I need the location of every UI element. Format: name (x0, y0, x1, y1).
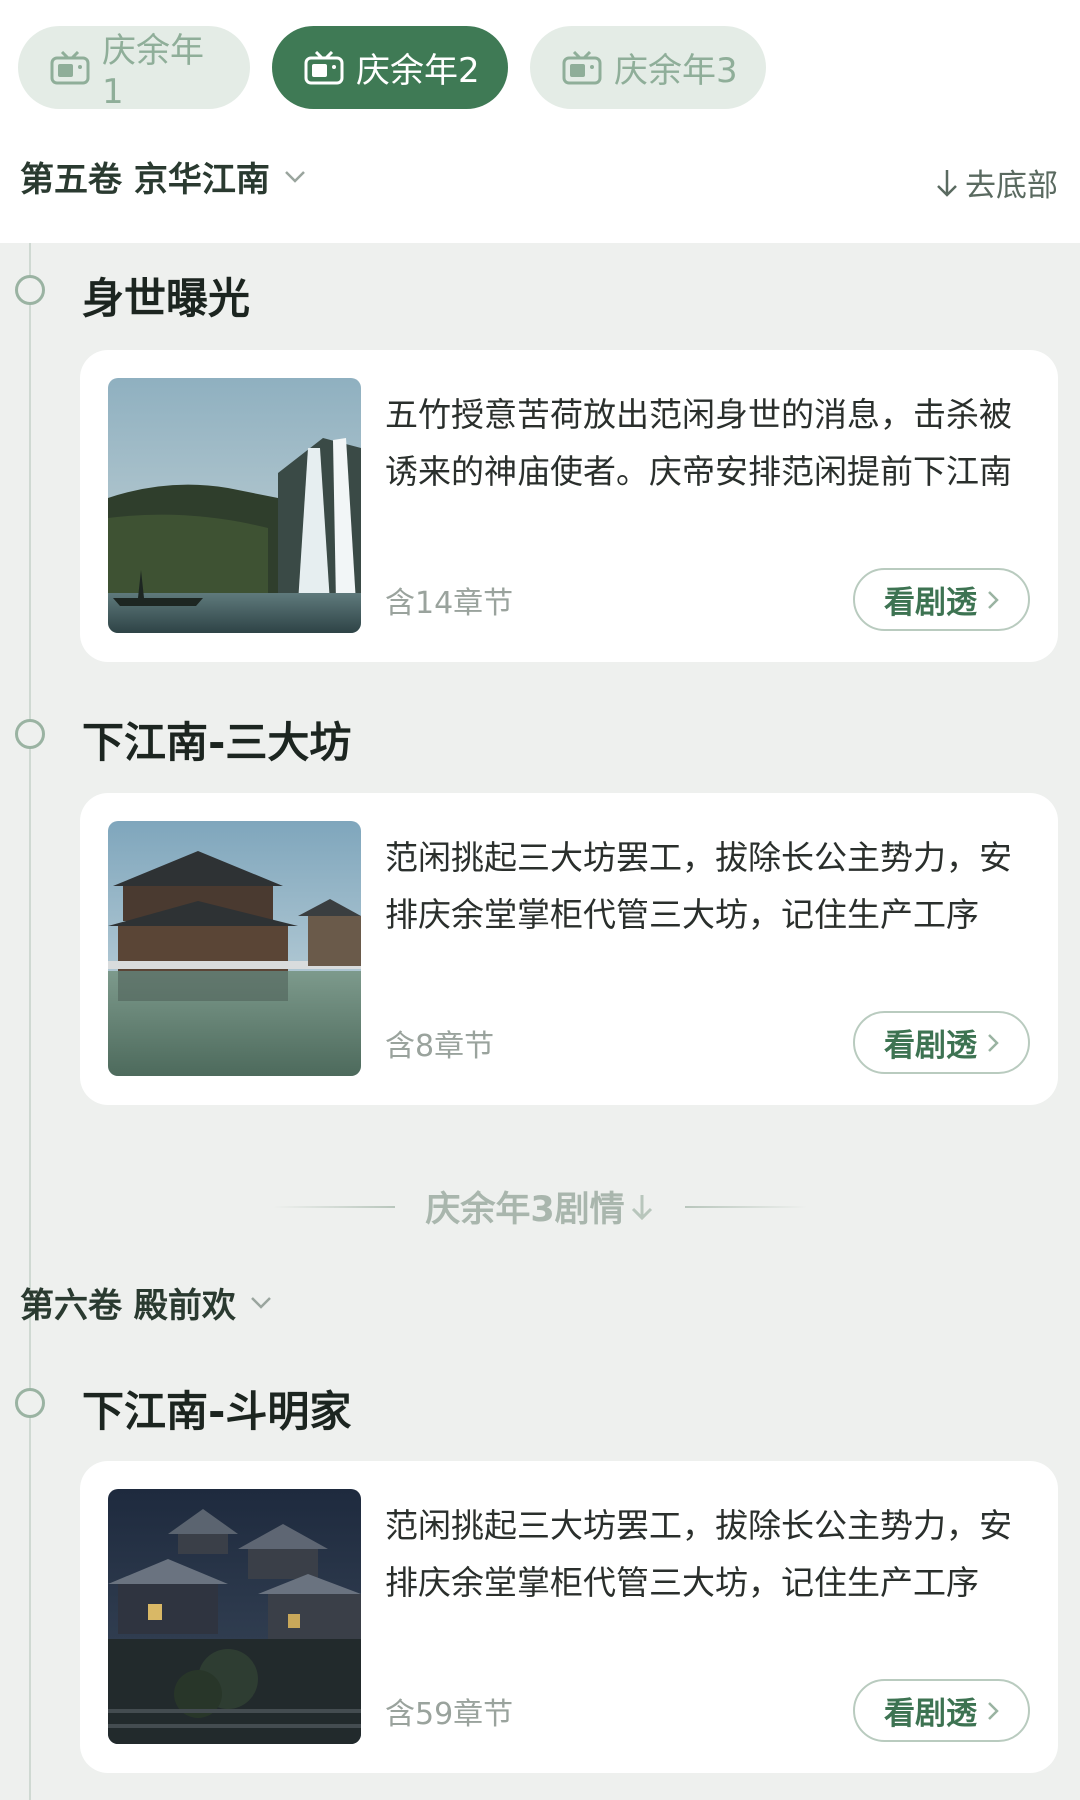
tv-icon (562, 50, 602, 84)
volume-selector[interactable]: 第六卷 殿前欢 (20, 1278, 272, 1327)
volume-selector[interactable]: 第五卷 京华江南 (20, 152, 306, 201)
plot-description: 范闲挑起三大坊罢工，拔除长公主势力，安排庆余堂掌柜代管三大坊，记住生产工序 (385, 1506, 1012, 1602)
divider-line (684, 1205, 807, 1208)
season-divider[interactable]: 庆余年3剧情 (0, 1181, 1080, 1232)
go-to-bottom-link[interactable]: 去底部 (935, 160, 1058, 205)
view-spoiler-button[interactable]: 看剧透 (853, 1011, 1030, 1074)
arrow-down-icon (631, 1194, 652, 1220)
plot-thumbnail (108, 821, 361, 1076)
chapter-count: 含8章节 (385, 1029, 495, 1064)
chevron-right-icon (988, 1033, 999, 1052)
tab-label: 庆余年3 (614, 51, 738, 91)
view-spoiler-label: 看剧透 (884, 585, 977, 621)
plot-card[interactable]: 范闲挑起三大坊罢工，拔除长公主势力，安排庆余堂掌柜代管三大坊，记住生产工序 含5… (80, 1461, 1058, 1773)
plot-description: 范闲挑起三大坊罢工，拔除长公主势力，安排庆余堂掌柜代管三大坊，记住生产工序 (385, 838, 1012, 934)
tab-season-3[interactable]: 庆余年3 (530, 26, 766, 109)
timeline-node (15, 719, 45, 749)
chevron-right-icon (988, 1701, 999, 1720)
tab-season-2[interactable]: 庆余年2 (272, 26, 508, 109)
tab-label: 庆余年2 (356, 51, 480, 91)
divider-line (273, 1205, 396, 1208)
view-spoiler-button[interactable]: 看剧透 (853, 568, 1030, 631)
chevron-down-icon (250, 1296, 271, 1309)
timeline-node (15, 1388, 45, 1418)
view-spoiler-label: 看剧透 (884, 1028, 977, 1064)
tv-icon (304, 50, 344, 84)
chevron-right-icon (988, 590, 999, 609)
top-header: 庆余年1 庆余年2 庆余年3 第五卷 京华江南 去底部 (0, 0, 1080, 243)
tab-label: 庆余年1 (102, 31, 204, 112)
plot-card[interactable]: 五竹授意苦荷放出范闲身世的消息，击杀被诱来的神庙使者。庆帝安排范闲提前下江南 含… (80, 350, 1058, 662)
tv-icon (50, 50, 90, 84)
section-title: 下江南-斗明家 (82, 1387, 352, 1436)
season-tabs: 庆余年1 庆余年2 庆余年3 (18, 26, 766, 112)
section-title: 身世曝光 (82, 274, 251, 323)
divider-label: 庆余年3剧情 (425, 1190, 625, 1230)
timeline-rail (29, 243, 31, 1800)
volume-title: 第五卷 京华江南 (20, 160, 270, 200)
plot-thumbnail (108, 1489, 361, 1744)
chapter-count: 含14章节 (385, 586, 514, 621)
arrow-down-icon (937, 169, 957, 197)
tab-season-1[interactable]: 庆余年1 (18, 26, 250, 112)
chapter-count: 含59章节 (385, 1697, 514, 1732)
timeline-node (15, 275, 45, 305)
plot-card[interactable]: 范闲挑起三大坊罢工，拔除长公主势力，安排庆余堂掌柜代管三大坊，记住生产工序 含8… (80, 793, 1058, 1105)
plot-description: 五竹授意苦荷放出范闲身世的消息，击杀被诱来的神庙使者。庆帝安排范闲提前下江南 (385, 395, 1012, 491)
volume-title: 第六卷 殿前欢 (20, 1286, 236, 1326)
chevron-down-icon (284, 170, 305, 183)
view-spoiler-label: 看剧透 (884, 1696, 977, 1732)
plot-thumbnail (108, 378, 361, 633)
go-to-bottom-label: 去底部 (965, 168, 1058, 204)
view-spoiler-button[interactable]: 看剧透 (853, 1679, 1030, 1742)
section-title: 下江南-三大坊 (82, 718, 352, 767)
